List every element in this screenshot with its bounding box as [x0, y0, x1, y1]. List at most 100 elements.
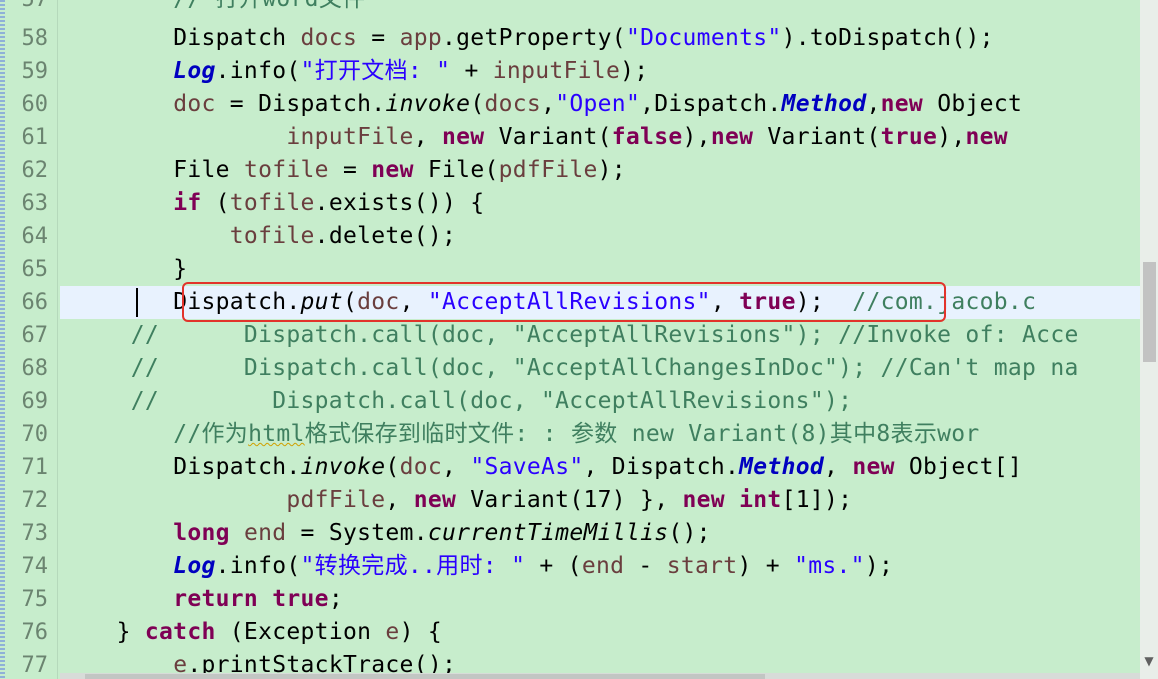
text-caret [136, 288, 138, 317]
code-token: docs [484, 91, 542, 117]
code-line[interactable]: Log.info("转换完成..用时: " + (end - start) + … [60, 550, 893, 583]
code-line[interactable]: pdfFile, new Variant(17) }, new int[1]); [60, 484, 852, 517]
code-token: invoke [385, 91, 471, 117]
code-token: int [739, 487, 782, 513]
code-token: [1]); [781, 487, 853, 513]
line-number: 75 [21, 587, 49, 612]
code-token: "Documents" [625, 25, 782, 51]
gutter-divider [57, 0, 58, 679]
code-token: e [385, 619, 400, 645]
line-number: 65 [21, 257, 49, 282]
code-token: new [371, 157, 414, 183]
code-line[interactable]: Dispatch docs = app.getProperty("Documen… [60, 22, 994, 55]
code-line[interactable]: doc = Dispatch.invoke(docs,"Open",Dispat… [60, 88, 1022, 121]
code-token: ) + [737, 553, 795, 579]
code-line[interactable]: //作为html格式保存到临时文件: : 参数 new Variant(8)其中… [60, 418, 980, 451]
code-token: .getProperty( [442, 25, 626, 51]
code-token: new [710, 124, 754, 150]
code-token: .info( [215, 58, 301, 84]
code-token: ( [385, 454, 400, 480]
scroll-down-arrow-icon[interactable]: ▼ [1140, 652, 1158, 670]
code-line[interactable]: // Dispatch.call(doc, "AcceptAllChangesI… [60, 352, 1079, 385]
code-token: .info( [215, 553, 301, 579]
code-token: .delete(); [314, 223, 457, 249]
code-token: app [399, 25, 443, 51]
vertical-scrollbar-thumb[interactable] [1143, 262, 1156, 362]
code-token: Log [173, 58, 216, 84]
code-token: long [173, 520, 230, 546]
code-token: start [666, 553, 738, 579]
code-token: ,Dispatch. [640, 91, 782, 117]
code-token: , [824, 454, 853, 480]
horizontal-scrollbar-thumb[interactable] [85, 674, 765, 679]
code-token: pdfFile [498, 157, 598, 183]
code-token: ( [470, 91, 485, 117]
line-number: 76 [21, 620, 49, 645]
code-line[interactable]: long end = System.currentTimeMillis(); [60, 517, 711, 550]
code-token: inputFile [286, 124, 414, 150]
code-token: (); [668, 520, 711, 546]
line-number: 59 [21, 59, 49, 84]
code-token: invoke [300, 454, 386, 480]
line-number: 57 [5, 0, 49, 16]
code-token: "Open" [555, 91, 641, 117]
code-line[interactable]: inputFile, new Variant(false),new Varian… [60, 121, 1008, 154]
code-token: end [581, 553, 625, 579]
code-token: new [413, 487, 457, 513]
line-number: 71 [21, 455, 49, 480]
code-token: inputFile [492, 58, 621, 84]
code-token: Dispatch [173, 25, 301, 51]
code-token: ( [201, 190, 230, 216]
code-line[interactable]: } [60, 253, 187, 286]
code-line[interactable]: File tofile = new File(pdfFile); [60, 154, 626, 187]
code-token: , [442, 454, 471, 480]
code-token: new [852, 454, 895, 480]
code-token: currentTimeMillis [427, 520, 669, 546]
code-line[interactable]: tofile.delete(); [60, 220, 456, 253]
code-token: tofile [229, 223, 315, 249]
code-token: ) { [399, 619, 443, 645]
code-token: + ( [525, 553, 582, 579]
code-line[interactable]: } catch (Exception e) { [60, 616, 442, 649]
code-token: , [541, 91, 556, 117]
code-token: , [385, 487, 414, 513]
code-token: doc [399, 454, 443, 480]
code-token: ); [864, 553, 894, 579]
code-line[interactable]: Dispatch.invoke(doc, "SaveAs", Dispatch.… [60, 451, 1022, 484]
code-token: Object[] [894, 454, 1023, 480]
code-line[interactable]: Log.info("打开文档: " + inputFile); [60, 55, 648, 88]
code-line[interactable]: // 打开word文件 [60, 0, 365, 16]
code-line[interactable]: return true; [60, 583, 343, 616]
code-token: true [272, 586, 329, 612]
code-line[interactable]: if (tofile.exists()) { [60, 187, 484, 220]
line-number: 67 [21, 323, 49, 348]
code-token: true [880, 124, 938, 150]
code-token: File( [413, 157, 499, 183]
code-token: Method [739, 454, 825, 480]
code-line[interactable]: // Dispatch.call(doc, "AcceptAllRevision… [60, 385, 852, 418]
code-token: tofile [229, 190, 315, 216]
code-token: = [357, 25, 400, 51]
code-editor[interactable]: 57 // 打开word文件 58 Dispatch docs = app.get… [0, 0, 1158, 679]
line-number: 69 [21, 389, 49, 414]
code-token: ; [328, 586, 343, 612]
code-token: tofile [243, 157, 329, 183]
code-line[interactable]: // Dispatch.call(doc, "AcceptAllRevision… [60, 319, 1079, 352]
code-token: end [243, 520, 287, 546]
